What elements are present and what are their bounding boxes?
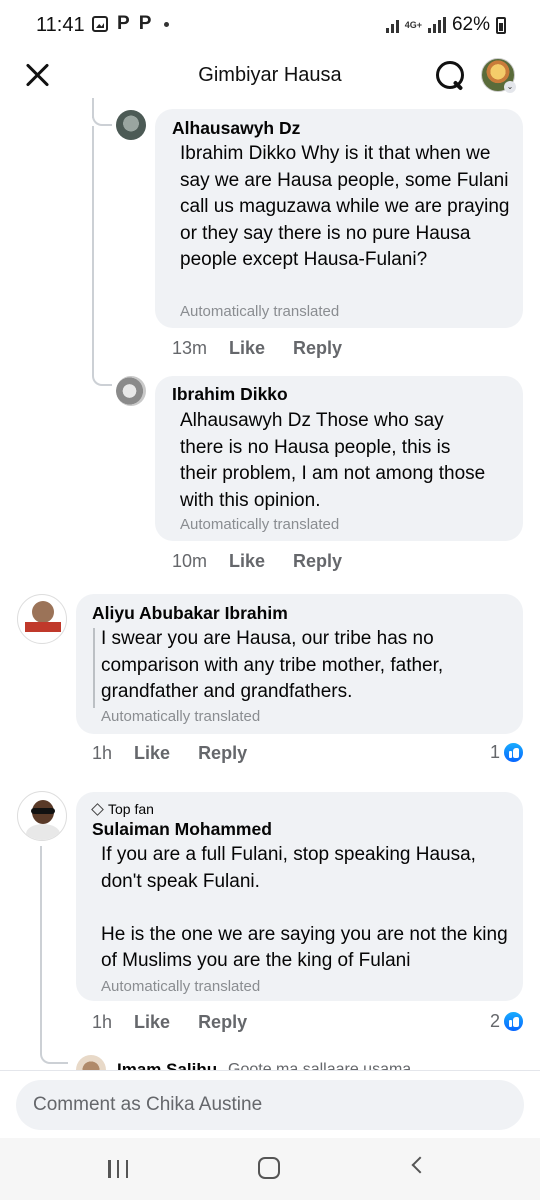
avatar[interactable]: [17, 791, 67, 841]
more-notifications-icon: [164, 21, 170, 27]
comment-text: Goote ma sallaare usama: [228, 1061, 412, 1070]
translated-note[interactable]: Automatically translated: [180, 516, 339, 533]
app-notification-icon: P: [138, 13, 152, 34]
reaction-count[interactable]: 1: [490, 742, 524, 763]
thread-line: [92, 126, 94, 374]
wifi-signal-icon: [385, 17, 399, 33]
translated-note[interactable]: Automatically translated: [101, 978, 260, 995]
like-reaction-icon: [503, 1011, 524, 1032]
top-fan-label: Top fan: [108, 801, 154, 817]
comment-author[interactable]: Aliyu Abubakar Ibrahim: [92, 603, 288, 624]
comment-time: 13m: [172, 338, 208, 358]
reply-connector: [92, 112, 112, 126]
comments-list[interactable]: Alhausawyh Dz Ibrahim Dikko Why is it th…: [0, 98, 540, 1070]
like-button[interactable]: Like: [229, 338, 265, 359]
like-button[interactable]: Like: [134, 1012, 170, 1033]
comment-author[interactable]: Sulaiman Mohammed: [92, 819, 272, 840]
comment-time: 1h: [92, 743, 113, 763]
reply-connector: [92, 368, 112, 386]
comment-author[interactable]: Ibrahim Dikko: [172, 384, 288, 405]
home-icon[interactable]: [258, 1157, 280, 1179]
reply-button[interactable]: Reply: [293, 551, 342, 572]
comment-text: I swear you are Hausa, our tribe has no …: [101, 628, 444, 703]
avatar[interactable]: [17, 594, 67, 644]
reaction-count-value: 2: [489, 1011, 500, 1031]
search-icon[interactable]: [434, 59, 466, 91]
thread-line: [40, 846, 42, 1046]
comment-composer: [0, 1070, 540, 1138]
top-fan-badge: Top fan: [92, 801, 154, 817]
chevron-down-icon: ⌄: [504, 81, 516, 93]
notification-icons: P P: [92, 13, 170, 34]
comment-time: 10m: [172, 551, 208, 571]
cell-signal-icon: [427, 17, 446, 33]
comment-actions: 1h Like Reply: [92, 743, 247, 764]
comment-author[interactable]: Imam Salihu: [117, 1060, 217, 1070]
comment-actions: 10m Like Reply: [172, 551, 342, 572]
comment-actions: 13m Like Reply: [172, 338, 342, 359]
screen: 11:41 P P 4G+ 62% Gimbiyar Hausa ⌄ Alhau…: [0, 0, 540, 1200]
back-icon[interactable]: [411, 1156, 429, 1174]
translated-note[interactable]: Automatically translated: [180, 303, 339, 320]
recent-apps-icon[interactable]: [108, 1160, 128, 1178]
network-type-label: 4G+: [404, 19, 422, 30]
status-bar: 11:41 P P 4G+ 62%: [0, 0, 540, 52]
quote-bar: [93, 628, 95, 708]
status-right: 4G+ 62%: [385, 14, 506, 36]
like-button[interactable]: Like: [229, 551, 265, 572]
like-reaction-icon: [503, 742, 524, 763]
reaction-count-value: 1: [489, 742, 500, 762]
system-nav-bar: [0, 1138, 540, 1200]
comment-paragraph: If you are a full Fulani, stop speaking …: [101, 844, 476, 892]
status-time: 11:41: [36, 14, 85, 36]
reply-button[interactable]: Reply: [198, 1012, 247, 1033]
avatar-body: [26, 824, 60, 840]
comment-text: Alhausawyh Dz Those who say there is no …: [180, 410, 486, 511]
comment-text: If you are a full Fulani, stop speaking …: [101, 842, 511, 975]
battery-icon: [496, 16, 506, 34]
avatar[interactable]: [76, 1055, 106, 1070]
comment-actions: 1h Like Reply: [92, 1012, 247, 1033]
battery-percent: 62%: [451, 14, 490, 35]
comment-input[interactable]: [16, 1080, 524, 1130]
reaction-count[interactable]: 2: [490, 1011, 524, 1032]
avatar-banner: [25, 622, 61, 632]
translated-note[interactable]: Automatically translated: [101, 708, 260, 725]
comment-time: 1h: [92, 1012, 113, 1032]
diamond-icon: [92, 804, 103, 814]
reply-button[interactable]: Reply: [293, 338, 342, 359]
like-button[interactable]: Like: [134, 743, 170, 764]
avatar[interactable]: [116, 110, 146, 140]
comment-text: Ibrahim Dikko Why is it that when we say…: [180, 143, 510, 271]
avatar-glasses: [31, 808, 55, 814]
profile-avatar-button[interactable]: ⌄: [481, 58, 516, 93]
comment-paragraph: He is the one we are saying you are not …: [101, 923, 508, 972]
header: Gimbiyar Hausa ⌄: [0, 52, 540, 98]
gallery-notification-icon: [92, 16, 108, 32]
avatar[interactable]: [116, 376, 146, 406]
close-icon[interactable]: [22, 60, 52, 90]
reply-button[interactable]: Reply: [198, 743, 247, 764]
app-notification-icon: P: [117, 13, 130, 34]
avatar-face: [32, 601, 54, 623]
reply-connector: [40, 1038, 68, 1064]
comment-author[interactable]: Alhausawyh Dz: [172, 118, 300, 139]
